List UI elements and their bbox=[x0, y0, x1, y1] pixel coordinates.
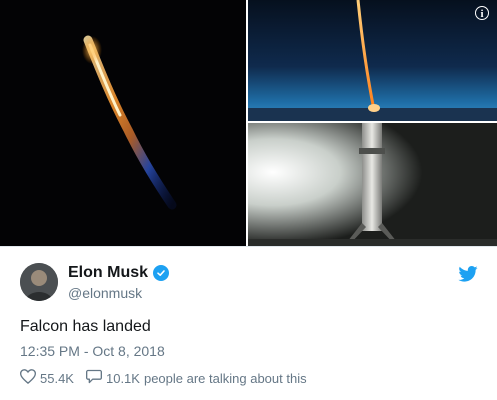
tweet-media-grid[interactable]: i bbox=[0, 0, 497, 246]
tweet-actions: 55.4K 10.1K people are talking about thi… bbox=[19, 369, 319, 387]
rocket-trail-horizon-photo[interactable]: i bbox=[248, 0, 497, 121]
tweet-text: Falcon has landed bbox=[20, 318, 151, 335]
author-name-row: Elon Musk bbox=[68, 264, 170, 282]
handle[interactable]: @elonmusk bbox=[68, 285, 142, 301]
reply-link[interactable]: 10.1K people are talking about this bbox=[85, 369, 307, 387]
info-icon[interactable]: i bbox=[475, 6, 489, 20]
reply-suffix: people are talking about this bbox=[143, 370, 307, 386]
tweet-card: Elon Musk @elonmusk Falcon has landed 12… bbox=[0, 246, 497, 400]
tweet-timestamp[interactable]: 12:35 PM - Oct 8, 2018 bbox=[20, 343, 165, 359]
reply-count: 10.1K bbox=[105, 370, 140, 386]
rocket-launch-photo[interactable] bbox=[0, 0, 246, 246]
display-name[interactable]: Elon Musk bbox=[68, 264, 148, 282]
verified-badge-icon bbox=[153, 265, 170, 281]
avatar[interactable] bbox=[20, 263, 58, 301]
like-button[interactable]: 55.4K bbox=[19, 369, 74, 387]
heart-icon bbox=[19, 369, 40, 387]
like-count: 55.4K bbox=[40, 370, 74, 386]
twitter-bird-icon[interactable] bbox=[458, 266, 478, 287]
booster-landing-photo[interactable] bbox=[248, 123, 497, 246]
speech-bubble-icon bbox=[85, 369, 106, 387]
